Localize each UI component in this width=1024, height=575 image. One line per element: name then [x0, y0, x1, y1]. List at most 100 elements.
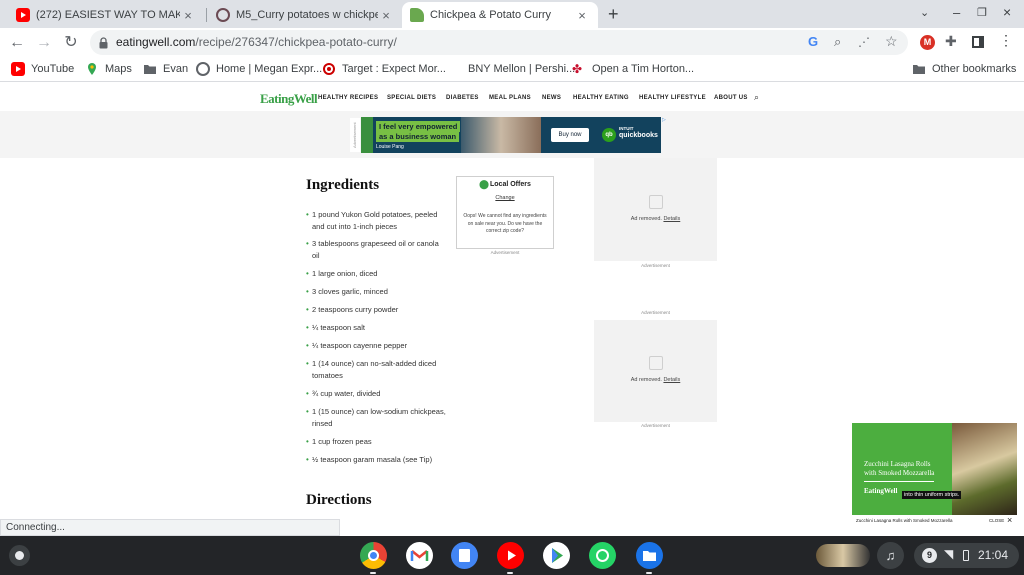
tab-strip: (272) EASIEST WAY TO MAKE A × M5_Curry p… — [0, 0, 1024, 28]
bookmark-star-icon[interactable]: ☆ — [885, 33, 898, 50]
status-tray[interactable]: 9 ◥ 21:04 — [914, 543, 1019, 568]
ingredient-item[interactable]: • 1 (14 ounce) can no-salt-added diced to… — [306, 358, 446, 381]
clock: 21:04 — [978, 548, 1009, 562]
extensions-puzzle-icon[interactable]: ✚ — [945, 33, 957, 50]
running-indicator — [646, 572, 652, 574]
media-controls-icon[interactable]: ♫ — [877, 542, 904, 569]
ad-details-link[interactable]: Details — [663, 377, 680, 383]
local-offers-title: Local Offers — [490, 181, 531, 188]
menu-kebab-icon[interactable]: ⋮ — [999, 32, 1013, 49]
nav-diabetes[interactable]: DIABETES — [446, 95, 479, 101]
ingredient-item[interactable]: • 2 teaspoons curry powder — [306, 304, 446, 316]
ingredient-item[interactable]: • ½ teaspoon garam masala (see Tip) — [306, 454, 446, 466]
play-store-icon[interactable] — [543, 542, 570, 569]
youtube-icon[interactable] — [497, 542, 524, 569]
video-thumbnail — [952, 423, 1017, 515]
whatsapp-ring — [596, 549, 609, 562]
ingredient-item[interactable]: • 1 cup frozen peas — [306, 436, 446, 448]
back-icon[interactable]: ← — [6, 32, 28, 54]
gmail-icon[interactable] — [406, 542, 433, 569]
bookmark-tim-hortons[interactable]: ✤ Open a Tim Horton... — [572, 62, 694, 76]
whatsapp-icon[interactable] — [589, 542, 616, 569]
url-text: eatingwell.com/recipe/276347/chickpea-po… — [116, 35, 397, 49]
youtube-icon — [16, 8, 30, 22]
nav-news[interactable]: NEWS — [542, 95, 561, 101]
ad-removed-text: Ad removed. Details — [594, 377, 717, 383]
nav-healthy-eating[interactable]: HEALTHY EATING — [573, 95, 629, 101]
docs-icon[interactable] — [451, 542, 478, 569]
ingredient-item[interactable]: • ¼ teaspoon cayenne pepper — [306, 340, 446, 352]
bookmark-evan[interactable]: Evan — [143, 62, 188, 76]
tab-search-icon[interactable]: ⌄ — [920, 6, 929, 19]
share-icon[interactable]: ⋰ — [858, 35, 870, 49]
ingredients-heading: Ingredients — [306, 177, 380, 193]
tab-m5-curry[interactable]: M5_Curry potatoes w chickpea × — [208, 2, 402, 28]
os-shelf: ♫ 9 ◥ 21:04 — [0, 536, 1024, 575]
video-footer: Zucchini Lasagna Rolls with Smoked Mozza… — [852, 515, 1017, 529]
bookmark-target[interactable]: Target : Expect Mor... — [322, 62, 446, 76]
tab-chickpea-curry[interactable]: Chickpea & Potato Curry × — [402, 2, 598, 28]
tab-title: (272) EASIEST WAY TO MAKE A — [36, 9, 180, 21]
video-close-label[interactable]: CLOSE — [989, 518, 1004, 523]
ad-photo — [461, 117, 541, 153]
close-icon[interactable]: × — [1007, 515, 1012, 525]
nav-healthy-lifestyle[interactable]: HEALTHY LIFESTYLE — [639, 95, 706, 101]
reload-icon[interactable]: ↻ — [60, 32, 82, 54]
change-zip-link[interactable]: Change — [457, 195, 553, 201]
restore-icon[interactable]: ❐ — [977, 6, 987, 19]
site-logo[interactable]: EatingWell — [260, 91, 318, 107]
forward-icon[interactable]: → — [33, 32, 55, 54]
bookmark-label: Home | Megan Expr... — [216, 63, 323, 75]
chrome-icon[interactable] — [360, 542, 387, 569]
ingredient-item[interactable]: • 3 cloves garlic, minced — [306, 286, 446, 298]
banner-ad[interactable]: I feel very empowered as a business woma… — [361, 117, 661, 153]
nav-about-us[interactable]: ABOUT US — [714, 95, 748, 101]
location-pin-icon: ⬤ — [479, 179, 490, 189]
adchoices-icon[interactable]: ▷ — [662, 117, 669, 124]
wifi-icon: ◥ — [944, 547, 954, 561]
bookmark-label: Open a Tim Horton... — [592, 63, 695, 75]
minimize-icon[interactable]: – — [953, 5, 960, 20]
ingredient-item[interactable]: • 1 large onion, diced — [306, 268, 446, 280]
close-icon[interactable]: × — [574, 8, 590, 23]
nav-special-diets[interactable]: SPECIAL DIETS — [387, 95, 436, 101]
search-icon[interactable]: ⌕ — [754, 92, 759, 103]
bookmark-maps[interactable]: Maps — [85, 62, 132, 76]
ad-side-tab: Advertisement — [350, 118, 360, 152]
video-player[interactable]: Zucchini Lasagna Rolls with Smoked Mozza… — [852, 423, 1017, 529]
bookmark-megan[interactable]: Home | Megan Expr... — [196, 62, 322, 76]
quickbooks-logo-icon: qb — [602, 128, 616, 142]
zoom-icon[interactable]: ⌕ — [834, 34, 841, 50]
ad-person-name: Louise Pang — [376, 144, 404, 150]
ad-placeholder-1: Ad removed. Details — [594, 158, 717, 261]
extension-m-icon[interactable]: M — [920, 35, 935, 50]
bullet-icon: • — [306, 323, 309, 332]
image-placeholder-icon — [649, 356, 663, 370]
ingredient-item[interactable]: • 1 pound Yukon Gold potatoes, peeled and… — [306, 209, 446, 232]
close-window-icon[interactable]: × — [1003, 4, 1011, 20]
google-lens-icon[interactable]: G — [808, 34, 818, 49]
ingredient-item[interactable]: • ¼ teaspoon salt — [306, 322, 446, 334]
bookmark-bny-mellon[interactable]: BNY Mellon | Pershi... — [448, 62, 575, 76]
ingredient-item[interactable]: • ¾ cup water, divided — [306, 388, 446, 400]
holding-space-thumbnails[interactable] — [816, 544, 870, 567]
new-tab-button[interactable]: + — [608, 4, 619, 25]
other-bookmarks[interactable]: Other bookmarks — [912, 62, 1016, 76]
tab-separator — [206, 8, 207, 22]
tab-youtube[interactable]: (272) EASIEST WAY TO MAKE A × — [8, 2, 204, 28]
files-icon[interactable] — [636, 542, 663, 569]
ad-details-link[interactable]: Details — [663, 216, 680, 222]
nav-healthy-recipes[interactable]: HEALTHY RECIPES — [318, 95, 378, 101]
bookmark-youtube[interactable]: YouTube — [11, 62, 74, 76]
ad-buy-now-button[interactable]: Buy now — [551, 128, 589, 142]
close-icon[interactable]: × — [378, 8, 394, 23]
nav-meal-plans[interactable]: MEAL PLANS — [489, 95, 531, 101]
lock-icon[interactable] — [99, 36, 108, 49]
address-bar[interactable]: eatingwell.com/recipe/276347/chickpea-po… — [90, 30, 908, 55]
close-icon[interactable]: × — [180, 8, 196, 23]
ingredient-item[interactable]: • 3 tablespoons grapeseed oil or canola o… — [306, 238, 446, 261]
side-panel-icon[interactable] — [972, 36, 984, 48]
ingredient-item[interactable]: • 1 (15 ounce) can low-sodium chickpeas, … — [306, 406, 446, 429]
running-indicator — [370, 572, 376, 574]
launcher-icon[interactable] — [9, 545, 30, 566]
